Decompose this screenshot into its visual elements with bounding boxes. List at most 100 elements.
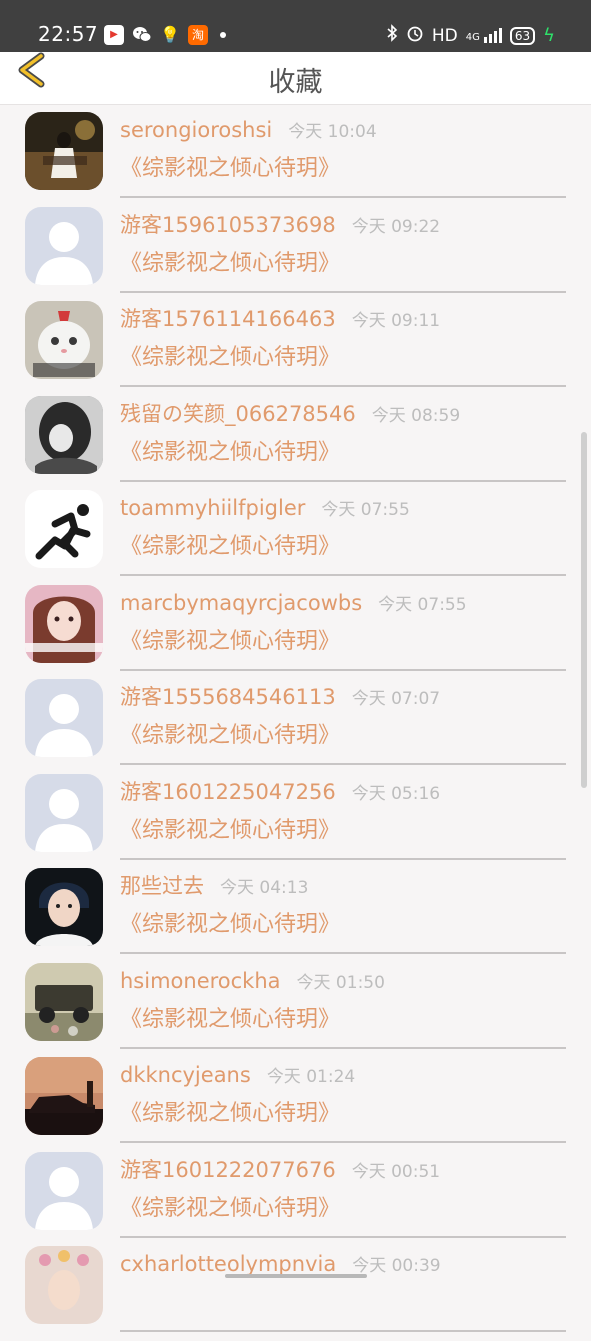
item-text: hsimonerockha 今天 01:50 《综影视之倾心待玥》 xyxy=(120,967,566,1049)
avatar[interactable] xyxy=(25,206,103,285)
username: hsimonerockha 今天 01:50 xyxy=(120,967,385,997)
avatar[interactable] xyxy=(25,490,103,568)
username: 残留の笑颜_066278546 今天 08:59 xyxy=(120,400,460,430)
item-text: dkkncyjeans 今天 01:24 《综影视之倾心待玥》 xyxy=(120,1061,566,1143)
bluetooth-icon xyxy=(386,24,398,47)
avatar[interactable] xyxy=(25,679,103,757)
book-title[interactable]: 《综影视之倾心待玥》 xyxy=(120,438,340,468)
item-text: 那些过去 今天 04:13 《综影视之倾心待玥》 xyxy=(120,872,566,954)
taobao-icon: 淘 xyxy=(188,25,208,45)
username-text: 那些过去 xyxy=(120,874,204,898)
list-item[interactable]: marcbymaqyrcjacowbs 今天 07:55 《综影视之倾心待玥》 xyxy=(0,584,591,680)
username-text: 游客1601222077676 xyxy=(120,1157,336,1182)
username: 游客1601222077676 今天 00:51 xyxy=(120,1156,440,1186)
username: 游客1555684546113 今天 07:07 xyxy=(120,683,440,713)
username-text: 游客1601225047256 xyxy=(120,779,336,804)
book-title[interactable]: 《综影视之倾心待玥》 xyxy=(120,910,340,940)
username-text: 残留の笑颜_066278546 xyxy=(120,401,356,426)
item-time: 今天 09:22 xyxy=(351,216,441,237)
item-time: 今天 08:59 xyxy=(371,405,461,426)
list-item[interactable]: toammyhiilfpigler 今天 07:55 《综影视之倾心待玥》 xyxy=(0,490,591,585)
title-bar: 收藏 xyxy=(0,52,591,105)
avatar[interactable] xyxy=(25,112,103,190)
book-title[interactable]: 《综影视之倾心待玥》 xyxy=(120,1194,340,1224)
item-time: 今天 05:16 xyxy=(351,783,441,804)
item-time: 今天 01:24 xyxy=(266,1067,356,1087)
item-text: toammyhiilfpigler 今天 07:55 《综影视之倾心待玥》 xyxy=(120,494,566,576)
item-text: marcbymaqyrcjacowbs 今天 07:55 《综影视之倾心待玥》 xyxy=(120,589,566,671)
book-title[interactable]: 《综影视之倾心待玥》 xyxy=(120,721,340,751)
username-text: cxharlotteolympnvia xyxy=(120,1252,337,1276)
avatar[interactable] xyxy=(25,868,103,946)
username-text: 游客1555684546113 xyxy=(120,685,336,709)
book-title[interactable]: 《综影视之倾心待玥》 xyxy=(120,1099,340,1129)
item-time: 今天 09:11 xyxy=(351,311,441,331)
username-text: hsimonerockha xyxy=(120,968,281,993)
username-text: 游客1596105373698 xyxy=(120,212,336,237)
item-time: 今天 10:04 xyxy=(288,122,377,142)
item-time: 今天 07:55 xyxy=(321,500,410,520)
alarm-icon xyxy=(406,24,424,47)
username-text: marcbymaqyrcjacowbs xyxy=(120,590,363,615)
username-text: serongioroshsi xyxy=(120,118,273,142)
item-time: 今天 07:55 xyxy=(378,594,467,615)
list-item[interactable]: hsimonerockha 今天 01:50 《综影视之倾心待玥》 xyxy=(0,962,591,1058)
item-text: serongioroshsi 今天 10:04 《综影视之倾心待玥》 xyxy=(120,116,566,198)
avatar[interactable] xyxy=(25,1246,103,1324)
hd-label: HD xyxy=(431,25,458,46)
username: toammyhiilfpigler 今天 07:55 xyxy=(120,494,410,524)
list-item[interactable]: 游客1596105373698 今天 09:22 《综影视之倾心待玥》 xyxy=(0,206,591,302)
status-bar: 22:57 ▶ 💡 淘 HD 4G 63 ϟ xyxy=(0,0,591,52)
avatar[interactable] xyxy=(25,962,103,1041)
avatar[interactable] xyxy=(25,584,103,663)
username: serongioroshsi 今天 10:04 xyxy=(120,116,377,146)
book-title[interactable]: 《综影视之倾心待玥》 xyxy=(120,816,340,846)
avatar[interactable] xyxy=(25,395,103,474)
avatar[interactable] xyxy=(25,1057,103,1135)
book-title[interactable]: 《综影视之倾心待玥》 xyxy=(120,343,340,373)
item-text: 游客1576114166463 今天 09:11 《综影视之倾心待玥》 xyxy=(120,305,566,387)
scrollbar[interactable] xyxy=(581,432,587,788)
avatar[interactable] xyxy=(25,1151,103,1230)
username: 那些过去 今天 04:13 xyxy=(120,872,308,902)
list-item[interactable]: 残留の笑颜_066278546 今天 08:59 《综影视之倾心待玥》 xyxy=(0,395,591,491)
list-item[interactable]: 游客1601222077676 今天 00:51 《综影视之倾心待玥》 xyxy=(0,1151,591,1247)
book-title[interactable]: 《综影视之倾心待玥》 xyxy=(120,532,340,562)
list-item[interactable]: 游客1601225047256 今天 05:16 《综影视之倾心待玥》 xyxy=(0,773,591,869)
book-title[interactable]: 《综影视之倾心待玥》 xyxy=(120,154,340,184)
list-item[interactable]: 游客1555684546113 今天 07:07 《综影视之倾心待玥》 xyxy=(0,679,591,774)
book-title[interactable]: 《综影视之倾心待玥》 xyxy=(120,1005,340,1035)
home-indicator[interactable] xyxy=(225,1274,367,1278)
book-title[interactable]: 《综影视之倾心待玥》 xyxy=(120,627,340,657)
book-title[interactable]: 《综影视之倾心待玥》 xyxy=(120,249,340,279)
item-text: cxharlotteolympnvia 今天 00:39 xyxy=(120,1250,566,1332)
list-item[interactable]: cxharlotteolympnvia 今天 00:39 xyxy=(0,1246,591,1341)
avatar[interactable] xyxy=(25,773,103,852)
network-label: 4G xyxy=(465,32,480,43)
item-time: 今天 04:13 xyxy=(220,878,309,898)
username-text: 游客1576114166463 xyxy=(120,307,336,331)
list-item[interactable]: 那些过去 今天 04:13 《综影视之倾心待玥》 xyxy=(0,868,591,963)
charging-icon: ϟ xyxy=(543,25,555,46)
list-item[interactable]: serongioroshsi 今天 10:04 《综影视之倾心待玥》 xyxy=(0,112,591,207)
username: 游客1576114166463 今天 09:11 xyxy=(120,305,440,335)
status-app-icons: ▶ 💡 淘 xyxy=(104,25,226,45)
username-text: toammyhiilfpigler xyxy=(120,496,306,520)
list-item[interactable]: 游客1576114166463 今天 09:11 《综影视之倾心待玥》 xyxy=(0,301,591,396)
avatar[interactable] xyxy=(25,301,103,379)
item-text: 游客1596105373698 今天 09:22 《综影视之倾心待玥》 xyxy=(120,211,566,293)
battery-indicator: 63 xyxy=(509,26,536,45)
item-time: 今天 07:07 xyxy=(351,689,441,709)
username-text: dkkncyjeans xyxy=(120,1063,251,1087)
bulb-icon: 💡 xyxy=(160,25,180,44)
item-text: 游客1555684546113 今天 07:07 《综影视之倾心待玥》 xyxy=(120,683,566,765)
item-text: 残留の笑颜_066278546 今天 08:59 《综影视之倾心待玥》 xyxy=(120,400,566,482)
dot-icon xyxy=(220,32,226,38)
list-item[interactable]: dkkncyjeans 今天 01:24 《综影视之倾心待玥》 xyxy=(0,1057,591,1152)
item-time: 今天 00:39 xyxy=(352,1256,441,1276)
status-indicators: HD 4G 63 ϟ xyxy=(386,24,555,47)
wechat-icon xyxy=(132,25,152,45)
username: dkkncyjeans 今天 01:24 xyxy=(120,1061,355,1091)
item-text: 游客1601222077676 今天 00:51 《综影视之倾心待玥》 xyxy=(120,1156,566,1238)
item-time: 今天 00:51 xyxy=(351,1161,441,1182)
